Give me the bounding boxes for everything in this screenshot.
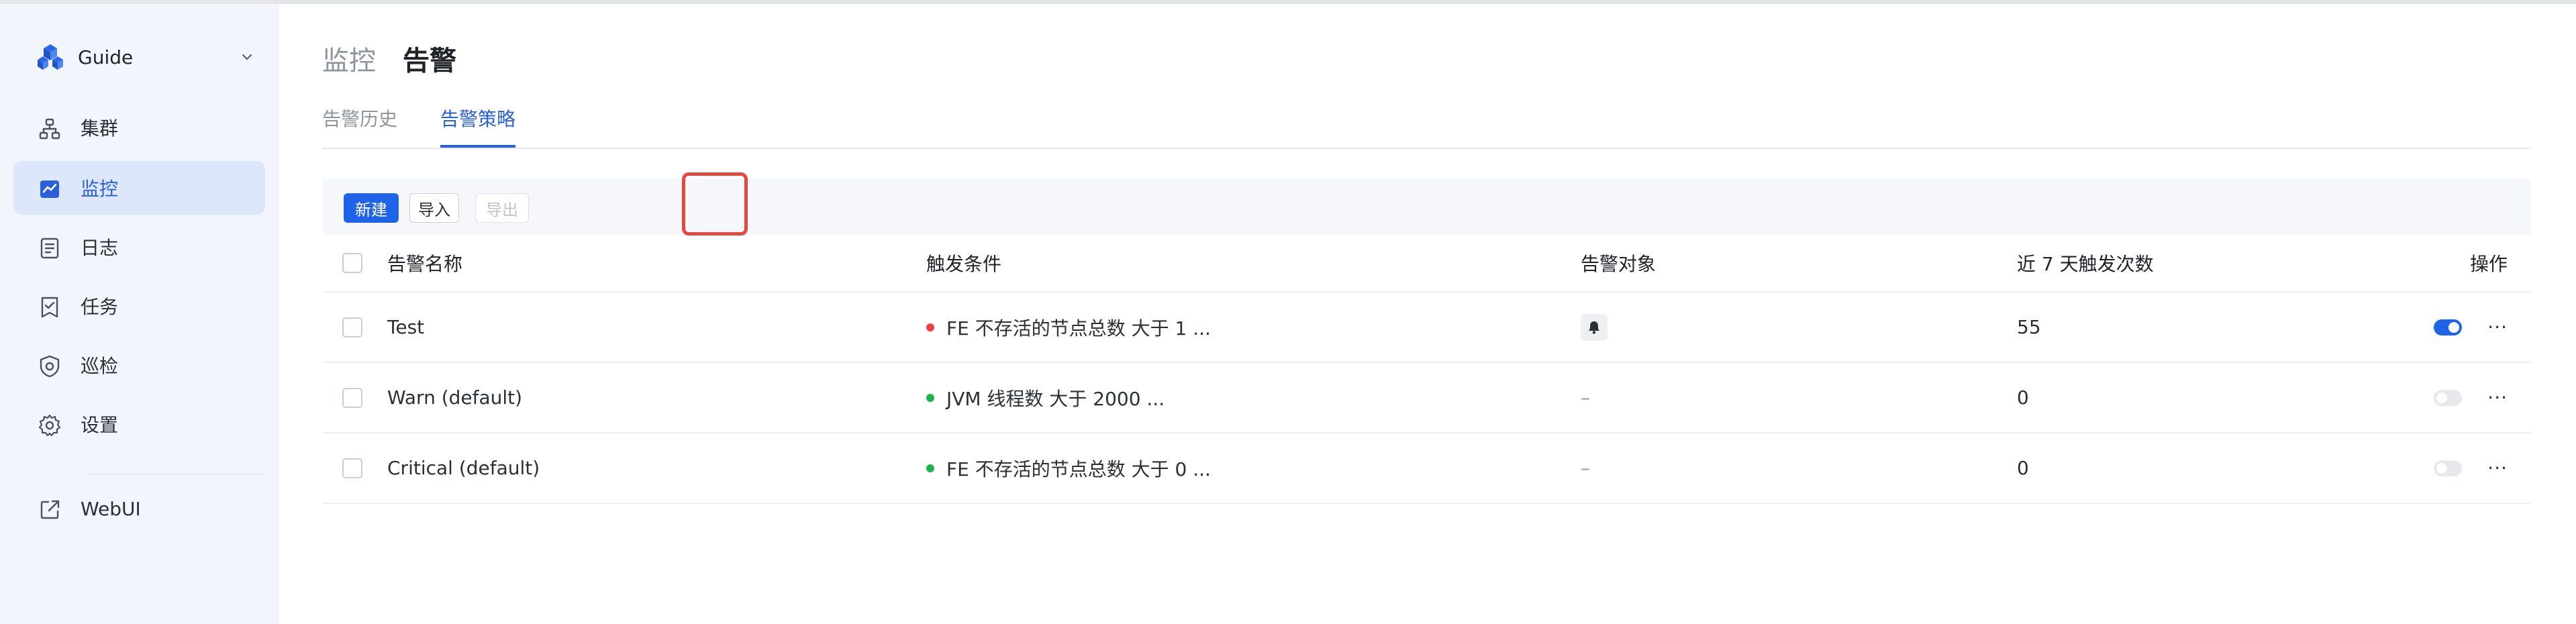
- alert-target: –: [1581, 457, 1590, 479]
- sidebar-item-label: 集群: [81, 117, 119, 140]
- table-row: Critical (default) FE 不存活的节点总数 大于 0 ... …: [322, 433, 2530, 504]
- sidebar-item-task[interactable]: 任务: [13, 279, 265, 333]
- row-select-cell: [342, 433, 362, 503]
- sidebar-item-label: 设置: [81, 414, 119, 436]
- select-all-checkbox[interactable]: [342, 253, 362, 273]
- sidebar-item-label: 巡检: [81, 355, 119, 377]
- trigger-condition-text: JVM 线程数 大于 2000 ...: [946, 387, 1165, 410]
- status-dot: [926, 464, 934, 472]
- tab-bar: 告警历史 告警策略: [322, 106, 2530, 149]
- alert-target: [1581, 293, 1607, 362]
- notification-badge[interactable]: [1581, 313, 1607, 341]
- column-header-target: 告警对象: [1581, 253, 1656, 275]
- column-header-name: 告警名称: [387, 253, 463, 275]
- status-dot: [926, 323, 934, 331]
- brand-logo-icon: [38, 44, 63, 70]
- alert-policy-table: 告警名称 触发条件 告警对象 近 7 天触发次数 操作 Test FE 不存活的…: [322, 235, 2530, 504]
- row-select-cell: [342, 363, 362, 432]
- table-header: 告警名称 触发条件 告警对象 近 7 天触发次数 操作: [322, 235, 2530, 293]
- tab-alert-history[interactable]: 告警历史: [322, 106, 397, 148]
- trigger-count: 55: [2017, 316, 2041, 338]
- more-actions-icon[interactable]: ···: [2487, 316, 2508, 338]
- row-select-cell: [342, 293, 362, 362]
- new-button[interactable]: 新建: [344, 193, 399, 223]
- tab-alert-policy[interactable]: 告警策略: [440, 106, 516, 148]
- sidebar-item-monitor[interactable]: 监控: [13, 161, 265, 215]
- column-header-count: 近 7 天触发次数: [2017, 253, 2154, 275]
- alert-name[interactable]: Critical (default): [387, 433, 540, 503]
- enable-toggle[interactable]: [2434, 389, 2463, 406]
- row-checkbox[interactable]: [342, 317, 362, 337]
- column-header-condition: 触发条件: [926, 253, 1002, 275]
- external-link-icon: [40, 500, 60, 519]
- more-actions-icon[interactable]: ···: [2487, 457, 2508, 479]
- main-content: 监控 告警 告警历史 告警策略 新建 导入 导出 告警名称 触发条件 告警对象 …: [279, 4, 2576, 624]
- sidebar-item-inspection[interactable]: 巡检: [13, 338, 265, 392]
- chevron-down-icon: [242, 54, 252, 60]
- sidebar-item-label: 日志: [81, 237, 119, 259]
- row-checkbox[interactable]: [342, 458, 362, 478]
- sidebar-item-settings[interactable]: 设置: [13, 397, 265, 451]
- table-row: Warn (default) JVM 线程数 大于 2000 ... – 0 ·…: [322, 363, 2530, 433]
- export-button[interactable]: 导出: [475, 193, 529, 223]
- task-icon: [41, 297, 58, 318]
- sidebar-item-cluster[interactable]: 集群: [13, 101, 265, 154]
- chart-icon: [40, 180, 59, 198]
- row-actions: ···: [2434, 363, 2508, 432]
- workspace-name: Guide: [78, 46, 134, 68]
- trigger-condition-text: FE 不存活的节点总数 大于 0 ...: [946, 458, 1211, 480]
- trigger-count: 0: [2017, 386, 2029, 409]
- more-actions-icon[interactable]: ···: [2487, 386, 2508, 409]
- sidebar-item-label: 任务: [81, 296, 119, 318]
- enable-toggle[interactable]: [2434, 460, 2463, 476]
- gear-icon: [38, 414, 61, 437]
- breadcrumb-parent[interactable]: 监控: [322, 39, 376, 78]
- trigger-condition: FE 不存活的节点总数 大于 1 ...: [926, 293, 1211, 362]
- sidebar: Guide 集群 监控 日志 任务 巡检 设置 WebUI: [0, 4, 279, 624]
- sidebar-item-log[interactable]: 日志: [13, 220, 265, 274]
- sidebar-item-label: 监控: [81, 178, 119, 200]
- column-header-actions: 操作: [2469, 253, 2508, 275]
- alert-name[interactable]: Test: [387, 293, 424, 362]
- enable-toggle[interactable]: [2434, 319, 2463, 335]
- breadcrumb: 监控 告警: [322, 39, 456, 78]
- log-icon: [40, 238, 59, 259]
- shield-icon: [40, 355, 60, 378]
- row-actions: ···: [2434, 433, 2508, 503]
- sidebar-item-webui[interactable]: WebUI: [13, 482, 265, 535]
- sidebar-item-label: WebUI: [81, 497, 141, 520]
- workspace-switcher[interactable]: Guide: [35, 42, 256, 72]
- alert-target: –: [1581, 386, 1590, 409]
- bell-icon: [1589, 321, 1599, 334]
- trigger-condition: FE 不存活的节点总数 大于 0 ...: [926, 433, 1211, 503]
- import-button[interactable]: 导入: [409, 193, 459, 223]
- alert-name[interactable]: Warn (default): [387, 363, 522, 432]
- app-window: Guide 集群 监控 日志 任务 巡检 设置 WebUI 监控 告警 告警历史…: [0, 0, 2576, 624]
- status-dot: [926, 393, 934, 402]
- trigger-condition: JVM 线程数 大于 2000 ...: [926, 363, 1165, 432]
- trigger-count: 0: [2017, 457, 2029, 479]
- table-toolbar: 新建 导入 导出: [322, 178, 2530, 235]
- select-all-cell: [342, 235, 362, 291]
- import-highlight-box: [682, 172, 748, 236]
- page-title: 告警: [403, 46, 456, 76]
- row-actions: ···: [2434, 293, 2508, 362]
- table-row: Test FE 不存活的节点总数 大于 1 ... 55 ···: [322, 293, 2530, 363]
- trigger-condition-text: FE 不存活的节点总数 大于 1 ...: [946, 317, 1211, 340]
- row-checkbox[interactable]: [342, 387, 362, 408]
- cluster-icon: [39, 118, 60, 140]
